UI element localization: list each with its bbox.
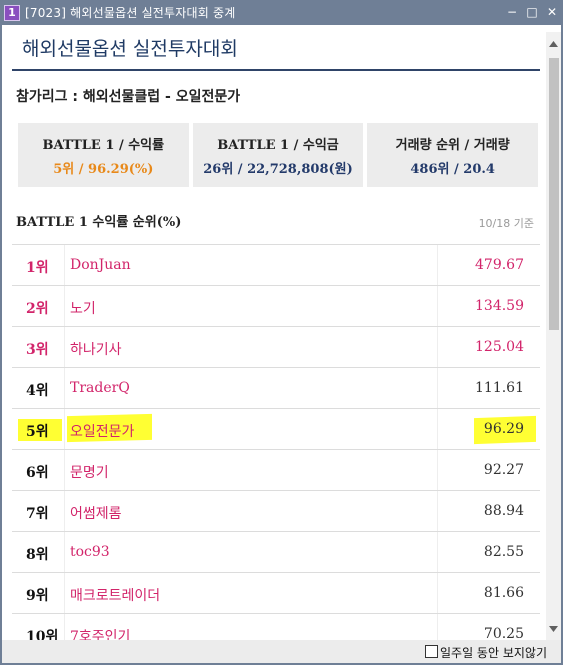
trader-name[interactable]: 매크로트레이더 <box>70 585 160 605</box>
footer-panel: 일주일 동안 보지않기 <box>2 640 561 663</box>
table-row[interactable]: 10위 7호주인기 70.25 <box>12 614 540 640</box>
column-divider <box>437 532 438 572</box>
stat-value: 486위 / 20.4 <box>410 161 495 177</box>
table-row[interactable]: 6위 문명기 92.27 <box>12 450 540 491</box>
score-cell: 134.59 <box>475 298 524 314</box>
trader-name[interactable]: TraderQ <box>70 380 130 396</box>
stats-panel: BATTLE 1 / 수익률 5위 / 96.29(%) BATTLE 1 / … <box>18 123 539 187</box>
rank-cell: 10위 <box>26 629 59 640</box>
ranking-as-of: 10/18 기준 <box>478 217 534 230</box>
score-cell: 96.29 <box>483 421 524 437</box>
rank-cell: 7위 <box>26 506 49 522</box>
trader-name[interactable]: 오일전문가 <box>70 421 134 441</box>
league-info: 참가리그 : 해외선물클럽 - 오일전문가 <box>16 89 241 105</box>
window-controls: − □ ✕ <box>505 4 559 20</box>
page-title: 해외선물옵션 실전투자대회 <box>22 38 238 60</box>
stat-label: BATTLE 1 / 수익률 <box>42 137 165 153</box>
table-row[interactable]: 2위 노기 134.59 <box>12 286 540 327</box>
column-divider <box>437 409 438 449</box>
hide-week-checkbox[interactable] <box>425 645 438 658</box>
content-area: 해외선물옵션 실전투자대회 참가리그 : 해외선물클럽 - 오일전문가 BATT… <box>12 25 540 640</box>
column-divider <box>437 573 438 613</box>
window-titlebar: 1 [7023] 해외선물옵션 실전투자대회 중계 − □ ✕ <box>0 0 563 25</box>
table-row[interactable]: 1위 DonJuan 479.67 <box>12 245 540 286</box>
column-divider <box>437 286 438 326</box>
ranking-title: BATTLE 1 수익률 순위(%) <box>16 215 182 230</box>
column-divider <box>64 573 65 613</box>
ranking-table: 1위 DonJuan 479.67 2위 노기 134.59 3위 하나기사 1… <box>12 244 540 640</box>
rank-cell: 1위 <box>26 260 49 276</box>
column-divider <box>64 532 65 572</box>
column-divider <box>64 491 65 531</box>
table-row[interactable]: 9위 매크로트레이더 81.66 <box>12 573 540 614</box>
app-icon: 1 <box>4 4 20 21</box>
window-body: 해외선물옵션 실전투자대회 참가리그 : 해외선물클럽 - 오일전문가 BATT… <box>0 25 563 640</box>
table-row-highlighted[interactable]: 5위 오일전문가 96.29 <box>12 409 540 450</box>
rank-cell: 9위 <box>26 588 49 604</box>
rank-cell: 3위 <box>26 342 49 358</box>
column-divider <box>437 368 438 408</box>
window-title: [7023] 해외선물옵션 실전투자대회 중계 <box>25 6 236 20</box>
score-cell: 92.27 <box>483 462 524 478</box>
rank-cell: 2위 <box>26 301 49 317</box>
maximize-button[interactable]: □ <box>525 4 539 20</box>
column-divider <box>64 327 65 367</box>
stat-label: BATTLE 1 / 수익금 <box>217 137 339 153</box>
minimize-button[interactable]: − <box>505 4 519 20</box>
column-divider <box>64 450 65 490</box>
table-row[interactable]: 7위 어썸제롬 88.94 <box>12 491 540 532</box>
trader-name[interactable]: DonJuan <box>70 257 131 273</box>
trader-name[interactable]: 어썸제롬 <box>70 503 122 523</box>
column-divider <box>437 327 438 367</box>
rank-cell: 6위 <box>26 465 49 481</box>
column-divider <box>64 614 65 640</box>
stat-return-rate: BATTLE 1 / 수익률 5위 / 96.29(%) <box>18 123 189 187</box>
rank-cell: 4위 <box>26 383 49 399</box>
stat-volume: 거래량 순위 / 거래량 486위 / 20.4 <box>367 123 539 187</box>
trader-name[interactable]: 노기 <box>70 298 96 318</box>
column-divider <box>64 409 65 449</box>
stat-label: 거래량 순위 / 거래량 <box>395 137 510 153</box>
scrollbar-thumb[interactable] <box>549 58 559 330</box>
trader-name[interactable]: 하나기사 <box>70 339 122 359</box>
trader-name[interactable]: 문명기 <box>70 462 109 482</box>
title-divider <box>12 69 540 71</box>
trader-name[interactable]: toc93 <box>70 544 110 560</box>
vertical-scrollbar[interactable] <box>546 32 561 640</box>
column-divider <box>64 368 65 408</box>
stat-profit: BATTLE 1 / 수익금 26위 / 22,728,808(원) <box>192 123 364 187</box>
column-divider <box>437 614 438 640</box>
table-row[interactable]: 4위 TraderQ 111.61 <box>12 368 540 409</box>
score-cell: 70.25 <box>483 626 524 640</box>
score-cell: 82.55 <box>483 544 524 560</box>
stat-value: 5위 / 96.29(%) <box>53 161 154 177</box>
score-cell: 125.04 <box>475 339 524 355</box>
score-cell: 88.94 <box>483 503 524 519</box>
window-footer: 일주일 동안 보지않기 <box>0 640 563 665</box>
rank-cell: 5위 <box>26 424 49 440</box>
column-divider <box>64 245 65 285</box>
column-divider <box>437 491 438 531</box>
scroll-down-arrow-icon[interactable] <box>546 621 561 636</box>
trader-name[interactable]: 7호주인기 <box>70 626 130 640</box>
score-cell: 479.67 <box>475 257 524 273</box>
column-divider <box>437 450 438 490</box>
column-divider <box>64 286 65 326</box>
score-cell: 111.61 <box>475 380 524 396</box>
close-button[interactable]: ✕ <box>545 4 559 20</box>
scroll-up-arrow-icon[interactable] <box>546 36 561 51</box>
stat-value: 26위 / 22,728,808(원) <box>203 161 353 177</box>
column-divider <box>437 245 438 285</box>
table-row[interactable]: 8위 toc93 82.55 <box>12 532 540 573</box>
score-cell: 81.66 <box>483 585 524 601</box>
hide-week-label[interactable]: 일주일 동안 보지않기 <box>440 644 547 661</box>
table-row[interactable]: 3위 하나기사 125.04 <box>12 327 540 368</box>
rank-cell: 8위 <box>26 547 49 563</box>
